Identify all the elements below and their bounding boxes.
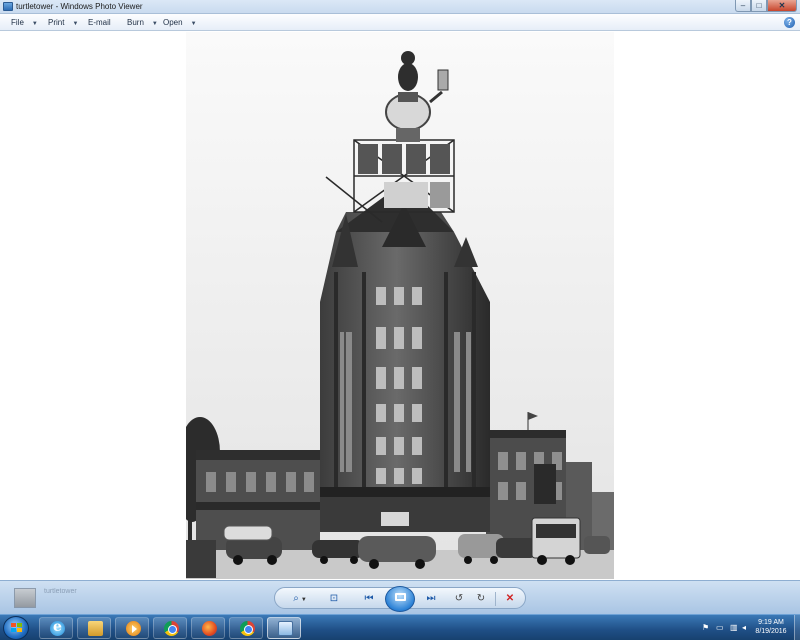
- next-icon: ⏭: [426, 593, 436, 604]
- rotate-left-button[interactable]: ↺: [451, 591, 467, 607]
- chrome-icon: [164, 621, 179, 636]
- control-divider: [495, 592, 496, 606]
- show-desktop-button[interactable]: [794, 615, 800, 640]
- taskbar: ⚑ ▭ ▥ ◂ 9:19 AM 8/19/2016: [0, 614, 800, 640]
- menu-print-label: Print: [48, 18, 65, 27]
- system-clock[interactable]: 9:19 AM 8/19/2016: [747, 618, 795, 636]
- menu-print[interactable]: Print ▼: [48, 16, 78, 29]
- close-button[interactable]: ✕: [767, 0, 797, 12]
- slideshow-button[interactable]: [385, 586, 415, 612]
- start-button[interactable]: [3, 616, 29, 640]
- menu-email[interactable]: E-mail: [88, 16, 111, 29]
- menu-bar: File ▼ Print ▼ E-mail Burn ▼ Open ▼ ?: [0, 14, 800, 31]
- chevron-down-icon: ▼: [300, 597, 307, 603]
- help-icon[interactable]: ?: [784, 17, 795, 28]
- taskbar-chrome-2[interactable]: [229, 617, 263, 639]
- taskbar-chrome[interactable]: [153, 617, 187, 639]
- magnifier-icon: ⌕: [293, 593, 299, 604]
- fit-window-icon: ⊡: [329, 593, 339, 604]
- previous-icon: ⏮: [364, 593, 374, 604]
- taskbar-file-explorer[interactable]: [77, 617, 111, 639]
- file-thumbnail: [14, 588, 36, 608]
- menu-open[interactable]: Open ▼: [163, 16, 197, 29]
- photo-viewer-window: turtletower - Windows Photo Viewer – □ ✕…: [0, 0, 800, 640]
- file-name: turtletower: [44, 588, 77, 595]
- rotate-right-button[interactable]: ↻: [473, 591, 489, 607]
- volume-icon[interactable]: ◂: [742, 623, 746, 632]
- slideshow-icon: [394, 593, 406, 602]
- taskbar-photo-viewer[interactable]: [267, 617, 301, 639]
- rotate-left-icon: ↺: [454, 593, 464, 604]
- image-canvas[interactable]: [0, 32, 800, 580]
- menu-open-label: Open: [163, 18, 183, 27]
- photo-image: [186, 32, 614, 579]
- maximize-button[interactable]: □: [751, 0, 767, 12]
- display-icon[interactable]: ▭: [716, 623, 724, 632]
- menu-burn[interactable]: Burn ▼: [127, 16, 158, 29]
- clock-time: 9:19 AM: [758, 619, 784, 626]
- next-button[interactable]: ⏭: [421, 591, 441, 607]
- control-bar: turtletower ⌕ ▼ ⊡ ⏮ ⏭ ↺ ↻ ✕: [0, 580, 800, 614]
- clock-date: 8/19/2016: [755, 628, 787, 635]
- taskbar-media-player[interactable]: [115, 617, 149, 639]
- title-bar[interactable]: turtletower - Windows Photo Viewer – □ ✕: [0, 0, 800, 14]
- photo-viewer-icon: [3, 2, 13, 11]
- minimize-button[interactable]: –: [735, 0, 751, 12]
- chevron-down-icon: ▼: [151, 21, 158, 27]
- delete-icon: ✕: [505, 593, 515, 604]
- tower-photo-illustration: [186, 32, 614, 579]
- previous-button[interactable]: ⏮: [359, 591, 379, 607]
- photo-viewer-icon: [278, 621, 293, 636]
- window-title: turtletower - Windows Photo Viewer: [16, 2, 143, 11]
- rotate-right-icon: ↻: [476, 593, 486, 604]
- menu-burn-label: Burn: [127, 18, 144, 27]
- network-icon[interactable]: ▥: [730, 623, 738, 632]
- system-tray: ⚑ ▭ ▥ ◂ 9:19 AM 8/19/2016: [700, 615, 800, 640]
- playback-controls: ⌕ ▼ ⊡ ⏮ ⏭ ↺ ↻ ✕: [274, 586, 526, 612]
- menu-file[interactable]: File ▼: [11, 16, 38, 29]
- windows-start-icon: [11, 623, 23, 634]
- firefox-icon: [202, 621, 217, 636]
- chevron-down-icon: ▼: [72, 21, 79, 27]
- taskbar-firefox[interactable]: [191, 617, 225, 639]
- delete-button[interactable]: ✕: [501, 591, 519, 607]
- zoom-button[interactable]: ⌕ ▼: [287, 591, 313, 607]
- media-player-icon: [126, 621, 141, 636]
- chevron-down-icon: ▼: [31, 21, 38, 27]
- internet-explorer-icon: [50, 619, 65, 636]
- taskbar-internet-explorer[interactable]: [39, 617, 73, 639]
- menu-email-label: E-mail: [88, 18, 111, 27]
- actual-size-button[interactable]: ⊡: [325, 591, 343, 607]
- chrome-icon: [240, 621, 255, 636]
- action-center-icon[interactable]: ⚑: [702, 623, 709, 632]
- menu-file-label: File: [11, 18, 24, 27]
- file-explorer-icon: [88, 621, 103, 636]
- chevron-down-icon: ▼: [190, 21, 197, 27]
